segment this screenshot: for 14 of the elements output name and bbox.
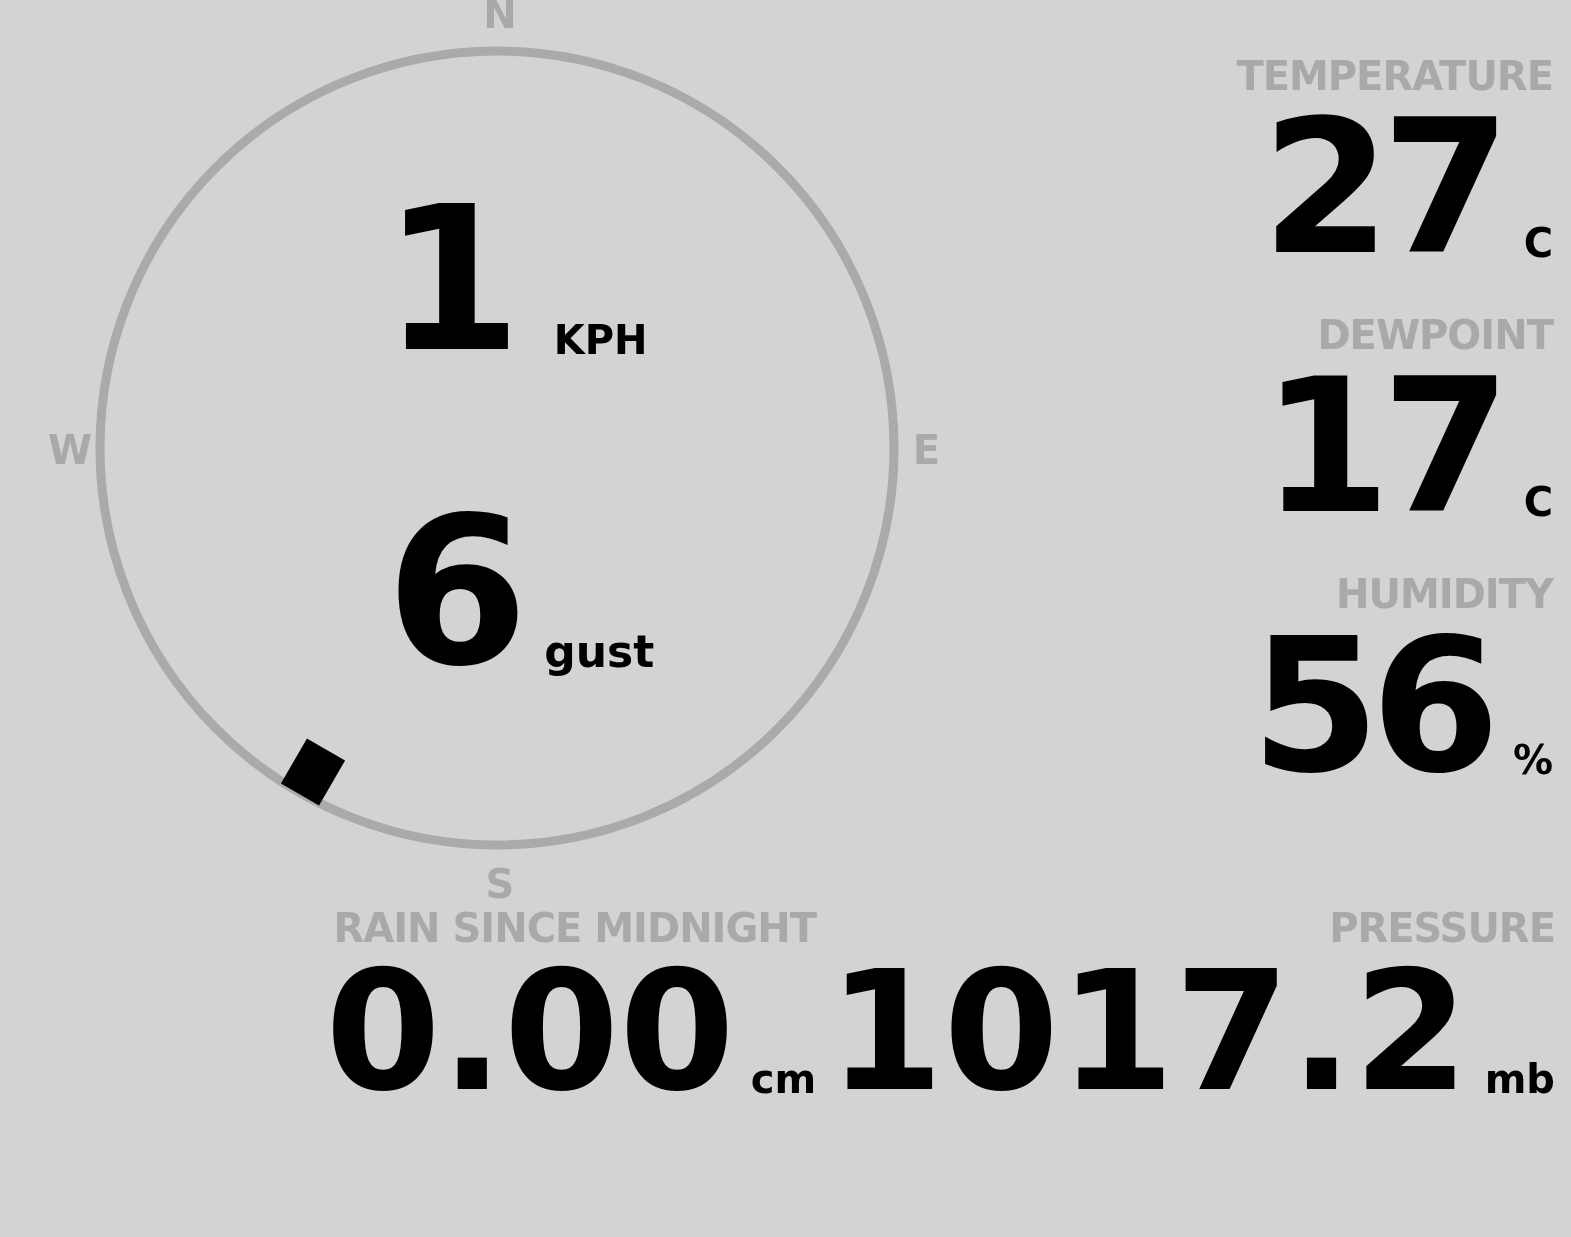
stat-value: 27 [1261,114,1502,263]
stat-unit: C [1523,222,1553,263]
stat-unit: mb [1484,1058,1555,1099]
stat-unit: % [1512,740,1553,781]
wind-speed-value: 1 [382,200,522,360]
stat-value: 0.00 [325,966,735,1099]
stat-unit: C [1523,481,1553,522]
stat-unit: cm [750,1058,817,1099]
stat-value: 1017.2 [828,966,1469,1099]
wind-speed-unit: KPH [553,320,648,360]
gust-unit: gust [544,630,655,674]
stat-value: 17 [1261,372,1502,522]
stat-value: 56 [1250,631,1491,781]
gust-value: 6 [385,510,529,674]
